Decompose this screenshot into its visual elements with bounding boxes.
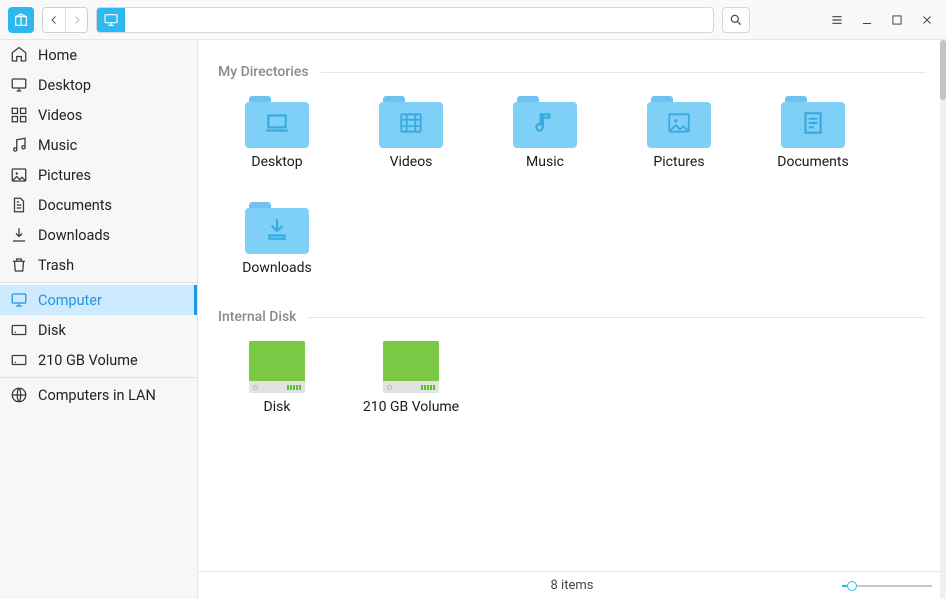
sidebar-item-label: Downloads (38, 227, 110, 244)
sidebar: Home Desktop Videos Music Pictures Documents D… (0, 40, 198, 599)
grid-icon (10, 106, 28, 124)
image-icon (10, 166, 28, 184)
section-line (321, 72, 926, 73)
sidebar-item-label: 210 GB Volume (38, 352, 138, 369)
item-music[interactable]: Music (486, 96, 604, 172)
item-label: Downloads (242, 260, 312, 278)
hdd-icon (10, 321, 28, 339)
titlebar (0, 0, 946, 40)
folder-icon (245, 202, 309, 254)
globe-icon (10, 386, 28, 404)
monitor-icon (10, 291, 28, 309)
status-bar: 8 items (198, 571, 946, 599)
content-area: My Directories Desktop Videos Music Pictures… (198, 40, 946, 599)
music-icon (10, 136, 28, 154)
folder-icon (245, 96, 309, 148)
zoom-handle[interactable] (847, 581, 857, 591)
sidebar-item-label: Home (38, 47, 77, 64)
item-disk[interactable]: Disk (218, 341, 336, 417)
folder-icon (379, 96, 443, 148)
item-label: Videos (390, 154, 433, 172)
search-button[interactable] (722, 7, 750, 33)
body: HomeDesktopVideosMusicPicturesDocumentsD… (0, 40, 946, 599)
status-text: 8 items (551, 578, 594, 593)
icon-grid: Desktop Videos Music Pictures Documents Downl… (218, 96, 926, 277)
sidebar-item-label: Desktop (38, 77, 91, 94)
download-icon (10, 226, 28, 244)
item-documents[interactable]: Documents (754, 96, 872, 172)
item-label: Disk (264, 399, 291, 417)
hamburger-menu-button[interactable] (826, 9, 848, 31)
sidebar-item-downloads[interactable]: Downloads (0, 220, 197, 250)
section-title: My Directories (218, 64, 309, 80)
drive-icon (383, 341, 439, 393)
monitor-icon (103, 12, 119, 28)
sidebar-item-desktop[interactable]: Desktop (0, 70, 197, 100)
sidebar-item-documents[interactable]: Documents (0, 190, 197, 220)
zoom-track (842, 585, 932, 587)
trash-icon (10, 256, 28, 274)
icon-grid: Disk 210 GB Volume (218, 341, 926, 417)
sidebar-item-music[interactable]: Music (0, 130, 197, 160)
sidebar-item-label: Pictures (38, 167, 91, 184)
sidebar-item-label: Documents (38, 197, 112, 214)
folder-icon (647, 96, 711, 148)
item-label: Desktop (251, 154, 302, 172)
sidebar-item-210-gb-volume[interactable]: 210 GB Volume (0, 345, 197, 375)
sidebar-item-label: Disk (38, 322, 66, 339)
doc-icon (10, 196, 28, 214)
item-downloads[interactable]: Downloads (218, 202, 336, 278)
sidebar-item-computer[interactable]: Computer (0, 285, 197, 315)
nav-buttons (42, 7, 88, 33)
icon-view[interactable]: My Directories Desktop Videos Music Pictures… (198, 40, 946, 571)
zoom-slider[interactable] (842, 585, 932, 587)
minimize-button[interactable] (856, 9, 878, 31)
desktop-icon (10, 76, 28, 94)
close-button[interactable] (916, 9, 938, 31)
section-title: Internal Disk (218, 309, 296, 325)
item-videos[interactable]: Videos (352, 96, 470, 172)
scrollbar[interactable] (940, 40, 946, 599)
sidebar-item-label: Trash (38, 257, 74, 274)
drive-icon (249, 341, 305, 393)
item-label: Documents (777, 154, 848, 172)
sidebar-item-label: Computers in LAN (38, 387, 156, 404)
sidebar-item-pictures[interactable]: Pictures (0, 160, 197, 190)
sidebar-item-label: Computer (38, 292, 102, 309)
section-header: Internal Disk (218, 309, 926, 325)
maximize-button[interactable] (886, 9, 908, 31)
section-header: My Directories (218, 64, 926, 80)
sidebar-item-label: Music (38, 137, 77, 154)
back-button[interactable] (43, 8, 65, 32)
sidebar-item-label: Videos (38, 107, 82, 124)
item-210-gb-volume[interactable]: 210 GB Volume (352, 341, 470, 417)
scrollbar-thumb[interactable] (940, 40, 946, 100)
path-bar[interactable] (96, 7, 714, 33)
hdd-icon (10, 351, 28, 369)
sidebar-item-home[interactable]: Home (0, 40, 197, 70)
file-manager-window: HomeDesktopVideosMusicPicturesDocumentsD… (0, 0, 946, 599)
item-desktop[interactable]: Desktop (218, 96, 336, 172)
item-label: Pictures (653, 154, 704, 172)
item-pictures[interactable]: Pictures (620, 96, 738, 172)
path-segment-computer[interactable] (97, 8, 125, 32)
home-icon (10, 46, 28, 64)
sidebar-item-videos[interactable]: Videos (0, 100, 197, 130)
forward-button[interactable] (65, 8, 87, 32)
sidebar-item-disk[interactable]: Disk (0, 315, 197, 345)
sidebar-item-computers-in-lan[interactable]: Computers in LAN (0, 380, 197, 410)
item-label: Music (526, 154, 564, 172)
sidebar-item-trash[interactable]: Trash (0, 250, 197, 280)
section-line (308, 317, 926, 318)
app-icon (8, 7, 34, 33)
folder-icon (513, 96, 577, 148)
item-label: 210 GB Volume (363, 399, 459, 417)
folder-icon (781, 96, 845, 148)
